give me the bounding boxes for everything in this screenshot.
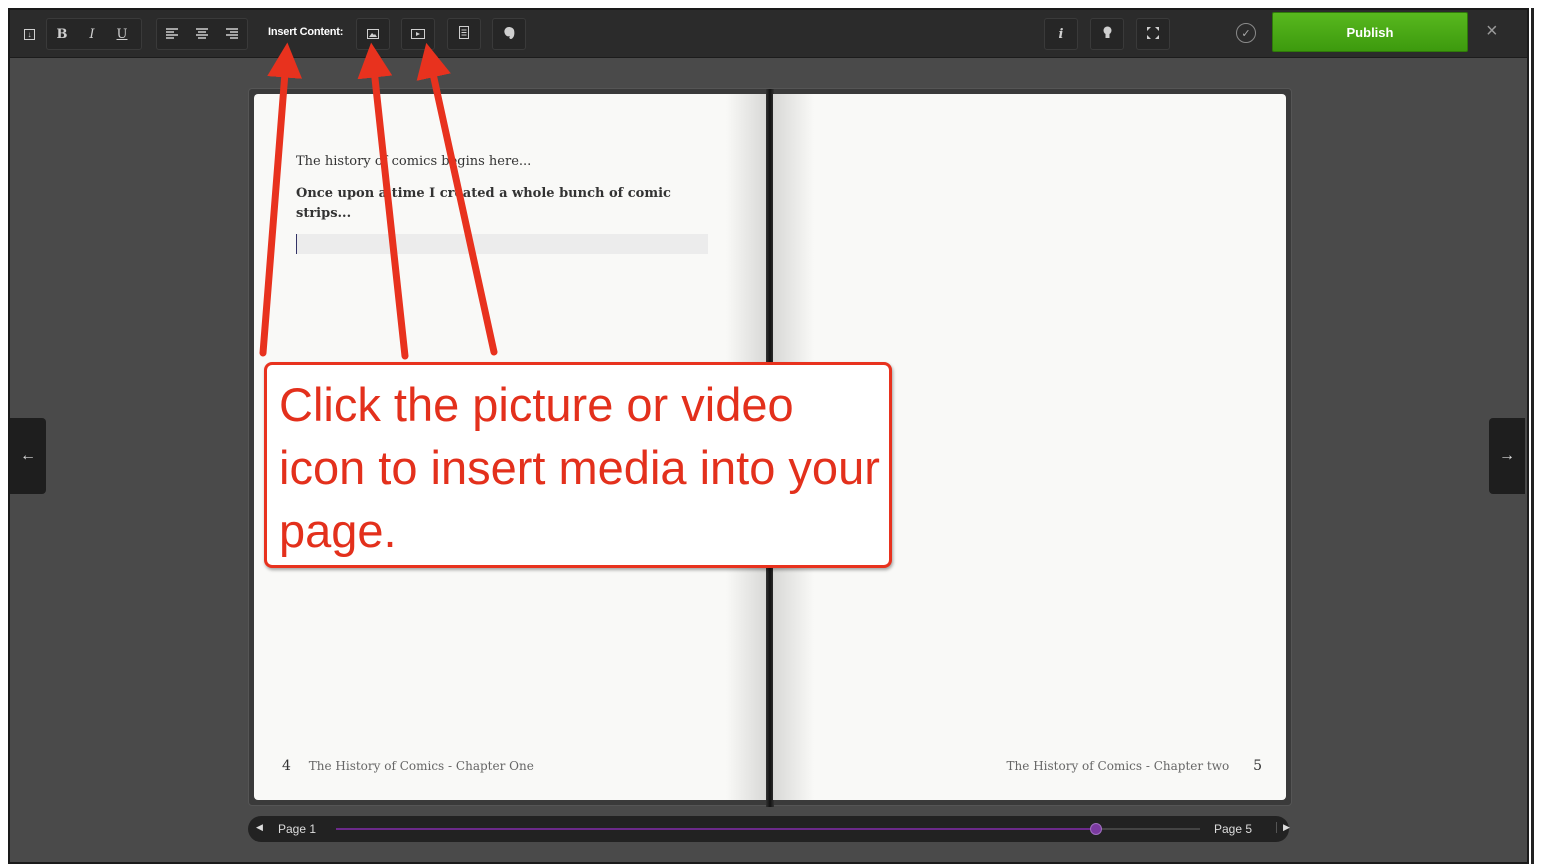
toolbar: ↓ B I U Insert Content: i ✓ Publish × <box>10 10 1527 58</box>
import-icon: ↓ <box>23 28 35 40</box>
evernote-icon <box>503 26 516 43</box>
tips-button[interactable] <box>1090 18 1124 50</box>
align-left-icon[interactable] <box>157 27 187 42</box>
video-icon <box>411 27 425 42</box>
save-status-icon[interactable]: ✓ <box>1236 23 1256 43</box>
fullscreen-icon <box>1147 26 1159 42</box>
evernote-button[interactable] <box>492 18 526 50</box>
next-page-button[interactable]: → <box>1489 418 1525 494</box>
slider-fill <box>336 828 1097 830</box>
intro-paragraph[interactable]: The history of comics begins here... <box>296 154 531 169</box>
fullscreen-button[interactable] <box>1136 18 1170 50</box>
window-edge <box>1531 8 1534 864</box>
bold-paragraph[interactable]: Once upon a time I created a whole bunch… <box>296 184 696 224</box>
align-center-icon[interactable] <box>187 27 217 42</box>
picture-icon <box>367 27 379 42</box>
close-icon[interactable]: × <box>1486 20 1498 43</box>
info-button[interactable]: i <box>1044 18 1078 50</box>
slider-prev-icon[interactable]: ◀ <box>256 822 263 833</box>
right-page-number: 5 <box>1253 758 1262 774</box>
left-page-footer: 4 The History of Comics - Chapter One <box>282 758 534 774</box>
insert-content-label: Insert Content: <box>268 26 344 38</box>
slider-next-icon[interactable]: ▶ <box>1276 822 1290 833</box>
lightbulb-icon <box>1103 26 1112 42</box>
right-chapter-title: The History of Comics - Chapter two <box>1006 759 1230 773</box>
info-icon: i <box>1058 26 1064 42</box>
document-icon <box>459 26 469 42</box>
slider-start-label: Page 1 <box>278 822 317 836</box>
insert-picture-button[interactable] <box>356 18 390 50</box>
align-right-icon[interactable] <box>217 27 247 42</box>
text-format-group: B I U <box>46 18 142 50</box>
slider-track[interactable] <box>336 823 1200 835</box>
alignment-group <box>156 18 248 50</box>
left-page-number: 4 <box>282 758 291 774</box>
left-chapter-title: The History of Comics - Chapter One <box>308 759 534 773</box>
slider-end-label: Page 5 <box>1214 822 1253 836</box>
italic-button[interactable]: I <box>77 27 107 42</box>
previous-page-button[interactable]: ← <box>10 418 46 494</box>
text-cursor-line[interactable] <box>296 234 708 254</box>
annotation-callout: Click the picture or video icon to inser… <box>264 362 892 568</box>
page-slider: ◀ Page 1 Page 5 ▶ <box>248 816 1290 842</box>
bold-button[interactable]: B <box>47 27 77 42</box>
insert-video-button[interactable] <box>401 18 435 50</box>
underline-button[interactable]: U <box>107 27 137 42</box>
publish-button[interactable]: Publish <box>1272 12 1468 52</box>
insert-document-button[interactable] <box>447 18 481 50</box>
slider-handle[interactable] <box>1090 823 1103 835</box>
right-page-footer: The History of Comics - Chapter two 5 <box>1007 758 1262 774</box>
import-button[interactable]: ↓ <box>18 18 40 50</box>
